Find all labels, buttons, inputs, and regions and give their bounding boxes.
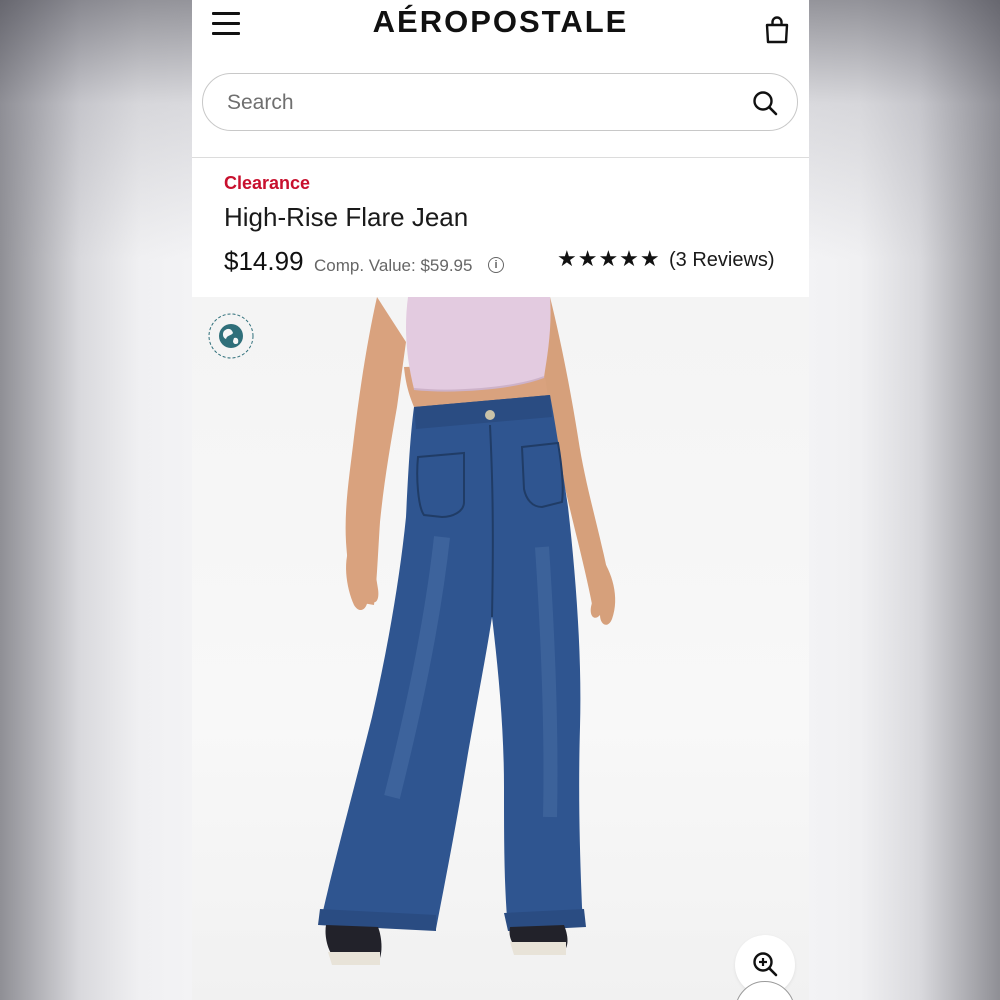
product-title: High-Rise Flare Jean [224,202,469,232]
info-icon[interactable]: i [488,257,504,273]
model-wearing-flare-jeans [318,297,616,965]
product-page: AÉROPOSTALE Clearance High-Rise Flare Je… [192,0,809,1000]
product-summary: Clearance High-Rise Flare Jean $14.99 Co… [192,158,809,297]
search-input[interactable] [225,86,729,120]
clearance-badge: Clearance [224,173,311,193]
search-icon[interactable] [751,89,779,117]
product-image[interactable] [192,297,809,1000]
rating-stars[interactable]: ★★★★★ [557,246,661,272]
zoom-in-icon [753,952,778,977]
comp-value: Comp. Value: $59.95 [314,256,473,275]
brand-logo[interactable]: AÉROPOSTALE [192,4,809,40]
search-bar[interactable] [202,73,798,131]
aero-impact-badge-icon [208,313,254,359]
site-header: AÉROPOSTALE [192,0,809,158]
reviews-link[interactable]: (3 Reviews) [669,249,775,272]
shopping-bag-icon[interactable] [764,14,790,44]
product-price: $14.99 [224,246,304,276]
